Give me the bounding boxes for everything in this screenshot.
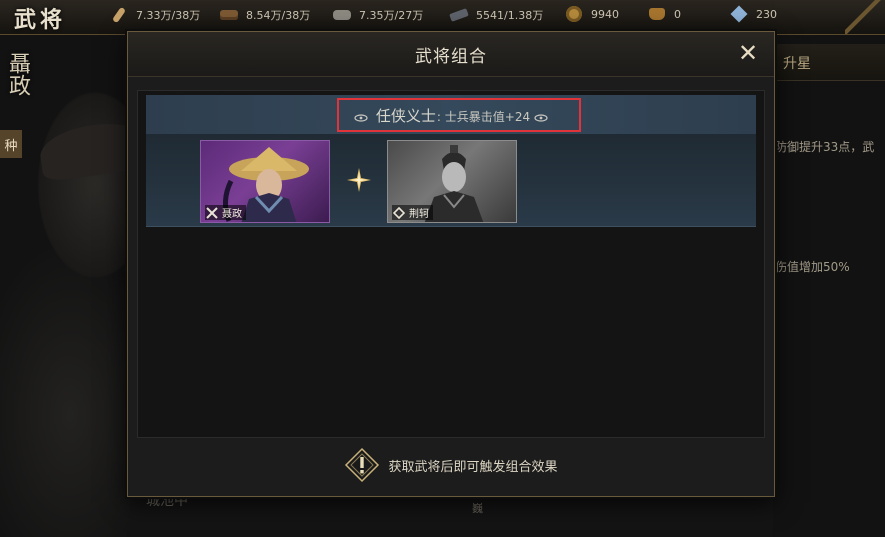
combination-heroes-row: 聂政 荆轲 xyxy=(146,134,756,227)
highlight-annotation-box xyxy=(337,98,581,132)
resource-value: 7.35万/27万 xyxy=(359,9,424,22)
wood-icon xyxy=(220,8,238,22)
hero-portrait-background xyxy=(0,35,153,537)
corner-emblem-icon xyxy=(845,0,885,34)
diamond-icon xyxy=(392,206,406,220)
combination-list-panel: 任侠义士: 士兵暴击值+24 聂政 荆轲 xyxy=(137,90,765,438)
resource-gem[interactable]: 230 xyxy=(730,5,777,23)
resource-wood[interactable]: 8.54万/38万 xyxy=(220,7,310,23)
hero-name-label: 聂政 xyxy=(205,205,246,220)
hero-vertical-name: 聶政 xyxy=(5,52,30,96)
hero-name-label: 荆轲 xyxy=(392,205,433,220)
background-label: 巍 xyxy=(472,502,483,515)
coin-icon xyxy=(565,6,583,22)
hero-tag-badge: 种 xyxy=(0,130,22,158)
resource-value: 5541/1.38万 xyxy=(476,9,544,22)
hero-card[interactable]: 聂政 xyxy=(200,140,330,223)
resource-coin[interactable]: 9940 xyxy=(565,6,619,22)
hero-combination-dialog: 武将组合 ✕ 任侠义士: 士兵暴击值+24 聂政 荆轲 获取武将后即可触发组合效… xyxy=(127,31,775,497)
skill-description-text: 伤值增加50% xyxy=(775,260,850,274)
resource-value: 230 xyxy=(756,7,777,21)
resource-value: 9940 xyxy=(591,7,619,21)
top-resource-bar: 武将 7.33万/38万 8.54万/38万 7.35万/27万 5541/1.… xyxy=(0,0,885,35)
resource-feather[interactable]: 7.33万/38万 xyxy=(110,6,201,24)
resource-gold-ingot[interactable]: 0 xyxy=(648,7,681,21)
plus-icon xyxy=(347,168,371,192)
resource-iron[interactable]: 5541/1.38万 xyxy=(449,7,544,23)
dialog-title: 武将组合 xyxy=(415,47,487,67)
combination-hint-text: 获取武将后即可触发组合效果 xyxy=(388,459,558,475)
hero-card[interactable]: 荆轲 xyxy=(387,140,517,223)
warning-icon xyxy=(345,447,380,483)
screen-title: 武将 xyxy=(14,7,67,33)
crossed-swords-icon xyxy=(205,206,219,220)
feather-icon xyxy=(110,6,128,24)
dialog-header: 武将组合 ✕ xyxy=(128,32,774,77)
hero-name: 荆轲 xyxy=(409,209,429,220)
combination-header: 任侠义士: 士兵暴击值+24 xyxy=(146,95,756,134)
close-button[interactable]: ✕ xyxy=(735,40,761,66)
gold-ingot-icon xyxy=(648,7,666,21)
iron-icon xyxy=(449,8,469,22)
right-panel-background xyxy=(773,35,885,537)
resource-value: 0 xyxy=(674,7,681,21)
gem-icon xyxy=(730,5,748,23)
dialog-footer: 获取武将后即可触发组合效果 xyxy=(128,447,774,483)
stone-icon xyxy=(333,8,351,22)
resource-value: 8.54万/38万 xyxy=(246,9,311,22)
resource-value: 7.33万/38万 xyxy=(136,9,201,22)
tab-upgrade-star[interactable]: 升星 xyxy=(783,53,811,73)
hero-name: 聂政 xyxy=(222,209,242,220)
skill-description-text: 防御提升33点，武 xyxy=(775,140,875,154)
resource-stone[interactable]: 7.35万/27万 xyxy=(333,7,423,23)
